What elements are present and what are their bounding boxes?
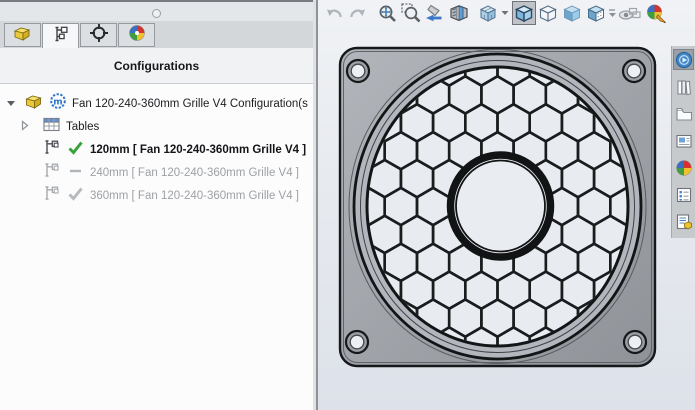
green-check-icon bbox=[67, 140, 84, 160]
expand-arrow-icon[interactable] bbox=[6, 95, 16, 113]
hide-show-dropdown-icon[interactable] bbox=[608, 8, 617, 18]
tree-row-root[interactable]: m Fan 120-240-360mm Grille V4 Configurat… bbox=[0, 92, 313, 115]
hide-show-items-icon[interactable] bbox=[617, 1, 641, 25]
config-label: 120mm [ Fan 120-240-360mm Grille V4 ] bbox=[90, 144, 306, 156]
view-orientation-icon[interactable] bbox=[476, 1, 500, 25]
tree-row-config-240mm[interactable]: 240mm [ Fan 120-240-360mm Grille V4 ] bbox=[0, 161, 313, 184]
config-label: 360mm [ Fan 120-240-360mm Grille V4 ] bbox=[90, 190, 299, 202]
previous-view-icon[interactable] bbox=[423, 1, 447, 25]
fan-grille-model[interactable] bbox=[318, 0, 695, 410]
tree-row-tables[interactable]: Tables bbox=[0, 115, 313, 138]
solidworks-resources-icon[interactable] bbox=[673, 49, 694, 70]
solidworks-window: Configurations bbox=[0, 0, 695, 410]
display-style-wireframe-icon[interactable] bbox=[536, 1, 560, 25]
color-ball-icon bbox=[128, 24, 146, 47]
edit-appearance-icon[interactable] bbox=[644, 1, 668, 25]
redo-icon[interactable] bbox=[346, 1, 370, 25]
panel-header: Configurations bbox=[0, 48, 313, 84]
configuration-tree: m Fan 120-240-360mm Grille V4 Configurat… bbox=[0, 84, 313, 410]
graphics-viewport[interactable] bbox=[318, 0, 695, 410]
tab-propertymanager[interactable] bbox=[80, 23, 117, 47]
display-style-hidden-lines-icon[interactable] bbox=[584, 1, 608, 25]
design-library-icon[interactable] bbox=[673, 76, 694, 97]
config-label: 240mm [ Fan 120-240-360mm Grille V4 ] bbox=[90, 167, 299, 179]
view-palette-icon[interactable] bbox=[673, 130, 694, 151]
config-tree-icon bbox=[52, 25, 70, 48]
appearances-icon[interactable] bbox=[673, 157, 694, 178]
tab-featuremanager[interactable] bbox=[4, 23, 41, 47]
tables-label: Tables bbox=[66, 121, 99, 133]
panel-collapse-handle[interactable] bbox=[152, 9, 161, 18]
gear-badge-icon: m bbox=[49, 92, 67, 115]
configuration-icon bbox=[44, 162, 61, 183]
configuration-manager-panel: Configurations bbox=[0, 0, 313, 410]
display-style-shaded-with-edges-icon[interactable] bbox=[512, 1, 536, 25]
tree-row-config-120mm[interactable]: 120mm [ Fan 120-240-360mm Grille V4 ] bbox=[0, 138, 313, 161]
tables-icon bbox=[43, 117, 60, 137]
configuration-icon bbox=[44, 139, 61, 160]
display-style-shaded-icon[interactable] bbox=[560, 1, 584, 25]
panel-title: Configurations bbox=[114, 59, 199, 73]
task-pane-strip bbox=[671, 46, 695, 238]
section-view-icon[interactable] bbox=[447, 1, 471, 25]
file-explorer-icon[interactable] bbox=[673, 103, 694, 124]
gray-check-icon bbox=[67, 186, 84, 206]
root-config-label: Fan 120-240-360mm Grille V4 Configuratio… bbox=[72, 98, 308, 110]
dash-icon bbox=[67, 163, 84, 183]
configuration-icon bbox=[44, 185, 61, 206]
part-icon bbox=[13, 24, 32, 47]
heads-up-toolbar bbox=[318, 0, 695, 26]
panel-top-strip bbox=[0, 0, 313, 23]
forum-icon[interactable] bbox=[673, 211, 694, 232]
zoom-to-area-icon[interactable] bbox=[399, 1, 423, 25]
tree-row-config-360mm[interactable]: 360mm [ Fan 120-240-360mm Grille V4 ] bbox=[0, 184, 313, 207]
tab-configurationmanager[interactable] bbox=[42, 23, 79, 49]
custom-properties-icon[interactable] bbox=[673, 184, 694, 205]
collapsed-arrow-icon[interactable] bbox=[20, 118, 29, 136]
undo-icon[interactable] bbox=[322, 1, 346, 25]
svg-text:m: m bbox=[53, 97, 62, 107]
tab-displaymanager[interactable] bbox=[118, 23, 155, 47]
manager-tab-bar bbox=[0, 21, 313, 49]
zoom-to-fit-icon[interactable] bbox=[375, 1, 399, 25]
crosshair-icon bbox=[89, 23, 109, 48]
view-orientation-dropdown-icon[interactable] bbox=[500, 10, 509, 16]
part-icon bbox=[24, 92, 44, 115]
